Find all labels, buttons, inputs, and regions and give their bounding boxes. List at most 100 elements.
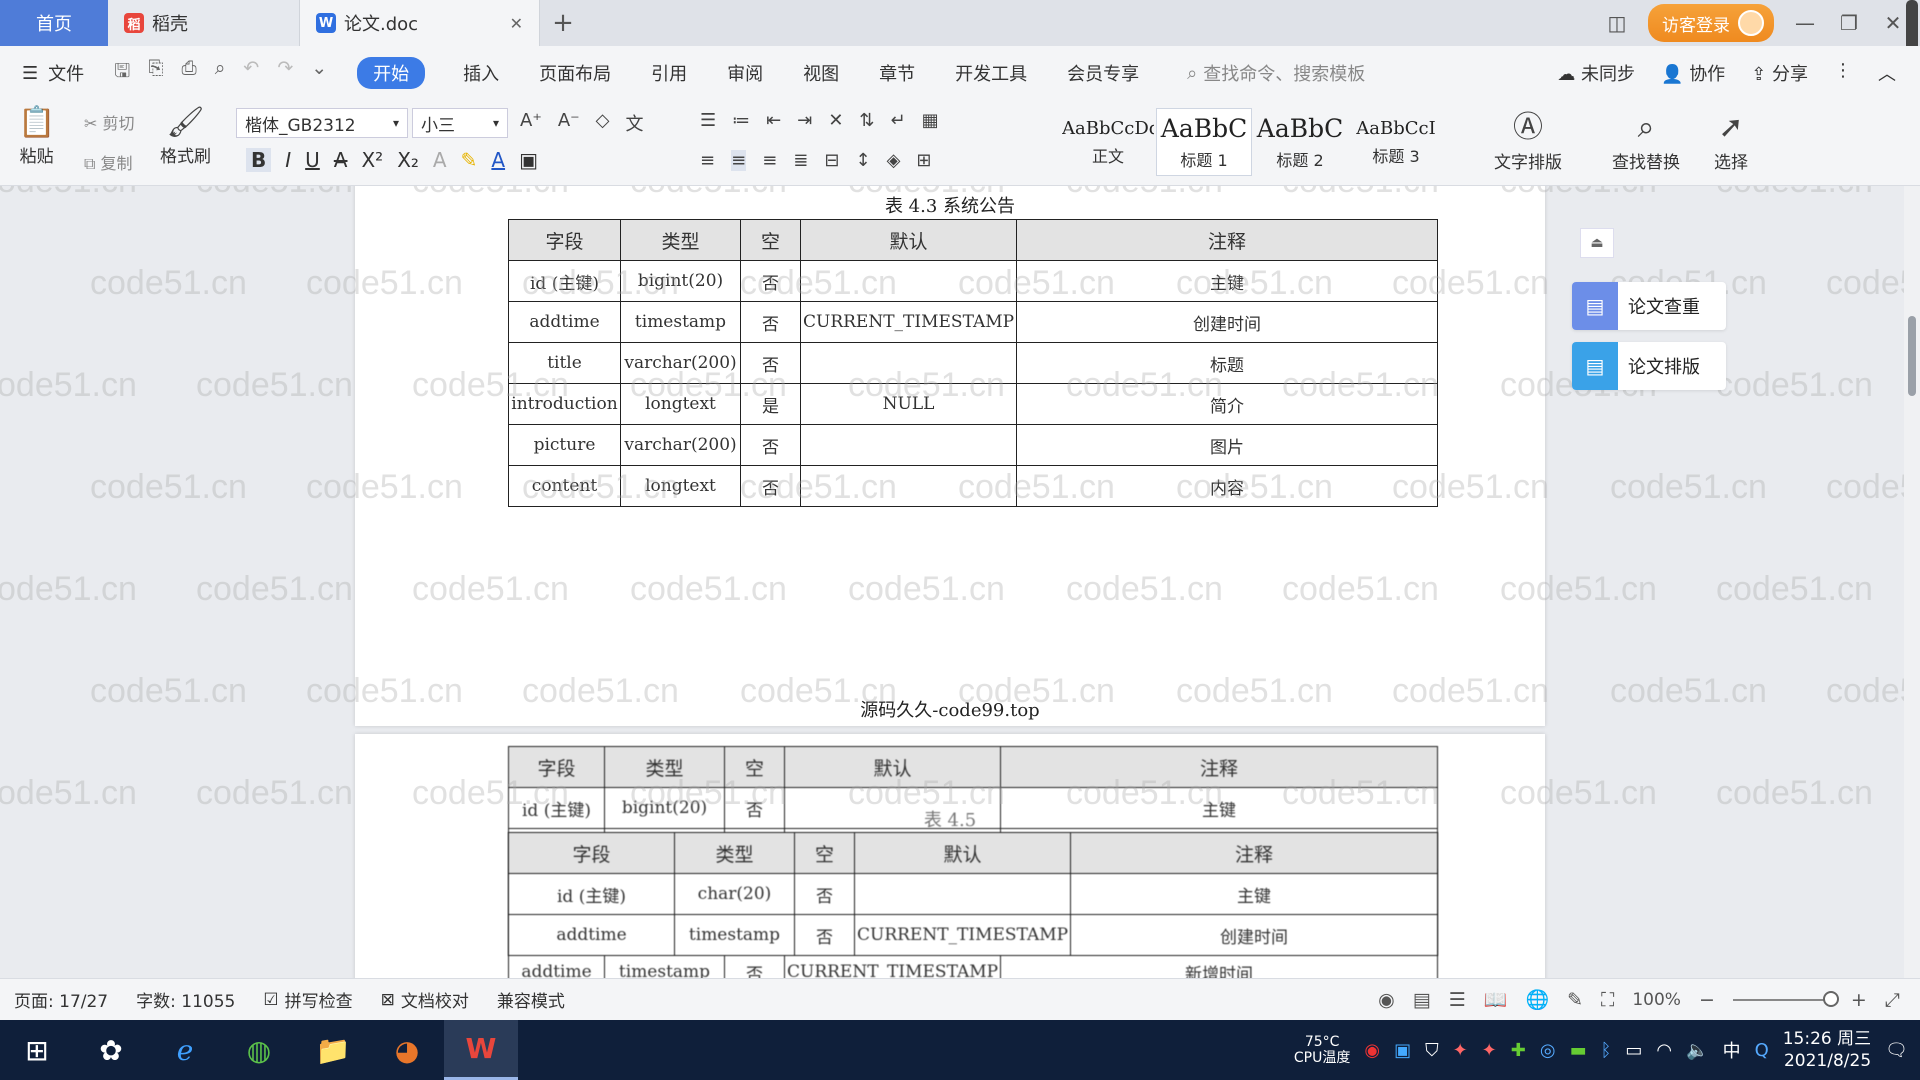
menu-tab-member[interactable]: 会员专享 [1067,60,1139,86]
fullscreen-icon[interactable]: ⤢ [1885,989,1900,1011]
justify-icon[interactable]: ≣ [793,150,808,171]
table-cell[interactable]: CURRENT_TIMESTAMP [853,914,1072,956]
phonetic-icon[interactable]: 文 [626,110,644,136]
table-cell[interactable]: 是 [740,383,801,425]
battery-icon[interactable]: ▭ [1625,1040,1642,1061]
table-cell[interactable]: 标题 [1016,342,1438,384]
doc-proof-button[interactable]: ⊠ 文档校对 [381,987,469,1013]
word-count[interactable]: 字数: 11055 [136,987,235,1012]
clear-format-icon[interactable]: ◇ [596,110,610,136]
ie-browser-icon[interactable]: ℯ [148,1020,222,1080]
table-cell[interactable]: NULL [799,383,1018,425]
redo-icon[interactable]: ↷ [277,57,293,89]
table-cell[interactable] [799,465,1018,507]
shading-icon[interactable]: ◈ [887,150,901,171]
decrease-indent-icon[interactable]: ⇤ [766,110,781,131]
zoom-slider[interactable] [1732,990,1839,1007]
tray-app-icon[interactable]: ✚ [1511,1040,1526,1061]
vertical-scrollbar[interactable] [1904,186,1920,978]
table-cell[interactable]: timestamp [620,301,741,343]
tab-daoke[interactable]: 稻 稻壳 [108,0,300,46]
page-indicator[interactable]: 页面: 17/27 [14,987,108,1012]
table-cell[interactable]: varchar(200) [620,342,741,384]
volume-icon[interactable]: 🔈 [1686,1040,1708,1061]
bluetooth-icon[interactable]: ᛒ [1601,1040,1612,1061]
borders-icon[interactable]: ⊞ [916,150,931,171]
table-cell[interactable] [799,342,1018,384]
sync-button[interactable]: ☁ 未同步 [1557,60,1635,86]
shrink-font-icon[interactable]: A⁻ [558,110,580,136]
distribute-icon[interactable]: ⊟ [824,150,839,171]
show-marks-icon[interactable]: ↵ [891,110,906,131]
bullet-list-icon[interactable]: ☰ [700,110,716,131]
wifi-icon[interactable]: ◠ [1656,1040,1672,1061]
scrollbar-thumb[interactable] [1908,316,1916,396]
table-cell[interactable]: CURRENT_TIMESTAMP [799,301,1018,343]
table-cell[interactable]: 内容 [1016,465,1438,507]
export-icon[interactable]: ⎘ [148,57,163,89]
print-icon[interactable]: ⎙ [182,57,197,89]
grow-font-icon[interactable]: A⁺ [520,110,542,136]
subscript-icon[interactable]: X₂ [397,148,419,172]
table-cell[interactable]: varchar(200) [620,424,741,466]
spell-check-button[interactable]: ☑ 拼写检查 [263,987,352,1013]
numbered-list-icon[interactable]: ≔ [732,110,750,131]
menu-tab-dev-tools[interactable]: 开发工具 [955,60,1027,86]
shield-icon[interactable]: ⛉ [1425,1040,1439,1061]
table-cell[interactable]: content [508,465,621,507]
more-icon[interactable]: ⋮ [1834,60,1852,86]
table-cell[interactable]: 否 [740,342,801,384]
text-layout-button[interactable]: Ⓐ 文字排版 [1494,108,1562,173]
table-cell[interactable]: bigint(20) [620,260,741,302]
table-cell[interactable]: 创建时间 [1016,301,1438,343]
highlight-icon[interactable]: ✎ [461,148,478,172]
superscript-icon[interactable]: X² [361,148,383,172]
increase-indent-icon[interactable]: ⇥ [797,110,812,131]
table-cell[interactable]: title [508,342,621,384]
tray-app-icon[interactable]: ◉ [1364,1040,1380,1061]
table-cell[interactable]: char(20) [674,873,795,915]
tray-app-icon[interactable]: ◎ [1540,1040,1556,1061]
sort-icon[interactable]: ⇅ [859,110,874,131]
table-cell[interactable]: 否 [740,301,801,343]
table-cell[interactable] [799,424,1018,466]
new-tab-button[interactable]: + [540,0,586,46]
table-cell[interactable]: 简介 [1016,383,1438,425]
table-cell[interactable]: 否 [794,914,855,956]
wps-writer-taskbar-icon[interactable]: W [444,1020,518,1080]
restore-icon[interactable]: ❐ [1836,11,1862,35]
collapse-panel-icon[interactable]: ⏏ [1580,228,1614,258]
table-cell[interactable]: id (主键) [508,873,675,915]
windows-start-icon[interactable]: ⊞ [0,1020,74,1080]
tab-home[interactable]: 首页 [0,0,108,46]
table-cell[interactable]: 否 [740,260,801,302]
tray-app-icon[interactable]: ✦ [1482,1040,1497,1061]
menu-tab-insert[interactable]: 插入 [463,60,499,86]
outline-view-icon[interactable]: ☰ [1449,989,1466,1011]
table-cell[interactable]: 图片 [1016,424,1438,466]
read-view-icon[interactable]: 📖 [1484,988,1508,1011]
menu-tab-page-layout[interactable]: 页面布局 [539,60,611,86]
table-cell[interactable]: 创建时间 [1070,914,1438,956]
font-color-icon[interactable]: A [491,148,505,172]
table-cell[interactable]: addtime [508,914,675,956]
font-size-select[interactable]: 小三 ▾ [412,108,508,138]
underline-icon[interactable]: U [305,148,320,172]
pinwheel-app-icon[interactable]: ✿ [74,1020,148,1080]
menu-tab-references[interactable]: 引用 [651,60,687,86]
table-cell[interactable]: 否 [740,465,801,507]
table-cell[interactable]: 否 [794,873,855,915]
table-cell[interactable]: addtime [508,301,621,343]
align-left-icon[interactable]: ≡ [700,150,715,171]
style-heading-2[interactable]: AaBbC 标题 2 [1252,108,1348,176]
paper-layout-button[interactable]: ▤ 论文排版 [1572,342,1726,390]
customize-chevron-icon[interactable]: ⌄ [311,57,327,89]
cpu-temp-widget[interactable]: 75°C CPU温度 [1294,1034,1350,1066]
zoom-level[interactable]: 100% [1632,990,1681,1010]
table-cell[interactable]: longtext [620,383,741,425]
find-replace-button[interactable]: ⌕ 查找替换 [1612,108,1680,173]
command-search[interactable]: ⌕ 查找命令、搜索模板 [1187,60,1365,86]
menu-tab-view[interactable]: 视图 [803,60,839,86]
menu-tab-review[interactable]: 审阅 [727,60,763,86]
file-explorer-icon[interactable]: 📁 [296,1020,370,1080]
